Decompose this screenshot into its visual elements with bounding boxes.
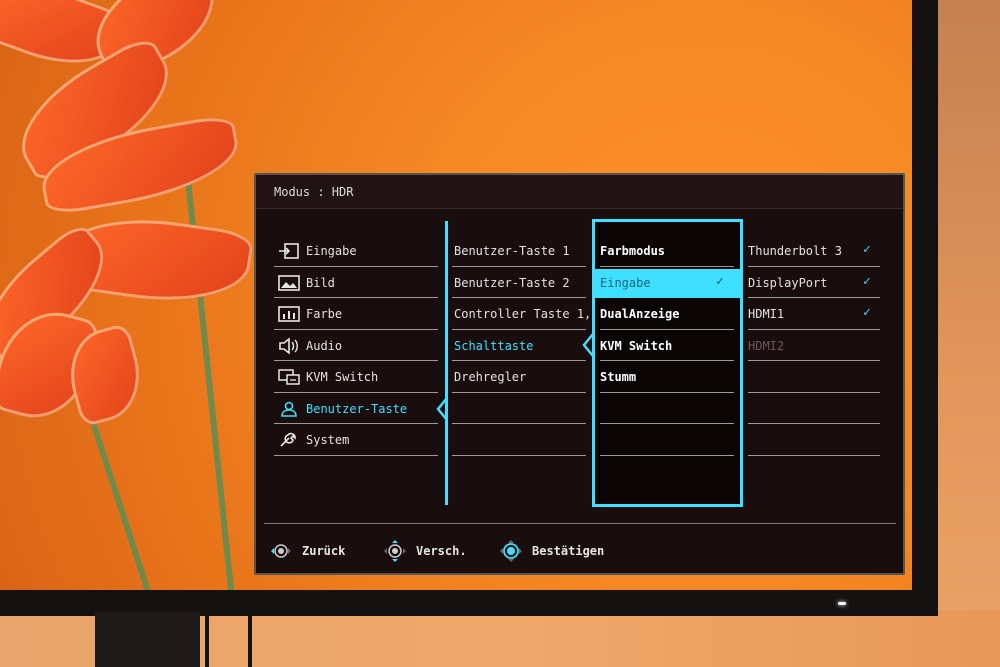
check-icon: ✓: [863, 305, 871, 320]
check-icon: ✓: [716, 274, 724, 289]
osd-menu: Modus : HDR Eingabe Bild Farbe Audio KVM…: [254, 173, 905, 575]
option-eingabe[interactable]: Eingabe: [600, 268, 651, 298]
divider: [748, 392, 880, 393]
submenu-item-schalttaste[interactable]: Schalttaste: [454, 331, 533, 361]
divider: [452, 455, 586, 456]
submenu-item[interactable]: Drehregler: [454, 362, 526, 392]
input-hdmi2[interactable]: HDMI2: [748, 331, 784, 361]
input-hdmi1[interactable]: HDMI1: [748, 299, 784, 329]
divider: [274, 392, 438, 393]
input-displayport[interactable]: DisplayPort: [748, 268, 827, 298]
divider: [600, 423, 734, 424]
speaker-icon: [278, 337, 300, 355]
input-icon: [278, 242, 300, 260]
menu-item-system[interactable]: System: [278, 425, 349, 455]
menu-label: Bild: [306, 276, 335, 290]
check-icon: ✓: [863, 242, 871, 257]
divider: [274, 360, 438, 361]
option-farbmodus[interactable]: Farbmodus: [600, 236, 665, 266]
cable: [205, 612, 209, 667]
menu-label: Audio: [306, 339, 343, 353]
joystick-updown-icon: [384, 540, 406, 562]
divider: [748, 360, 880, 361]
divider: [452, 329, 586, 330]
osd-header: Modus : HDR: [256, 175, 903, 209]
menu-label: Farbe: [306, 307, 343, 321]
kvm-switch-icon: [278, 368, 300, 386]
submenu-item[interactable]: Controller Taste 1,2,3: [454, 299, 613, 329]
chevron-left-icon: [436, 397, 448, 421]
footer-back[interactable]: Zurück: [266, 538, 345, 564]
submenu-item[interactable]: Benutzer-Taste 1: [454, 236, 570, 266]
joystick-left-icon: [271, 544, 291, 558]
divider: [274, 297, 438, 298]
color-chart-icon: [278, 305, 300, 323]
divider: [452, 297, 586, 298]
footer-divider: [264, 523, 896, 524]
option-kvm-switch[interactable]: KVM Switch: [600, 331, 672, 361]
divider: [452, 392, 586, 393]
menu-item-kvm-switch[interactable]: KVM Switch: [278, 362, 378, 392]
divider: [452, 360, 586, 361]
divider: [600, 392, 734, 393]
option-dualanzeige[interactable]: DualAnzeige: [600, 299, 679, 329]
option-stumm[interactable]: Stumm: [600, 362, 636, 392]
divider: [452, 266, 586, 267]
submenu-item[interactable]: Benutzer-Taste 2: [454, 268, 570, 298]
menu-item-audio[interactable]: Audio: [278, 331, 342, 361]
footer-move[interactable]: Versch.: [380, 538, 467, 564]
divider: [748, 329, 880, 330]
footer-label: Versch.: [416, 544, 467, 558]
divider: [748, 423, 880, 424]
menu-item-bild[interactable]: Bild: [278, 268, 335, 298]
footer-label: Bestätigen: [532, 544, 605, 558]
divider: [600, 360, 734, 361]
monitor-stand: [95, 612, 200, 667]
menu-item-farbe[interactable]: Farbe: [278, 299, 342, 329]
joystick-press-icon: [500, 540, 522, 562]
divider: [452, 423, 586, 424]
menu-item-benutzer-taste[interactable]: Benutzer-Taste: [278, 394, 407, 424]
menu-label: Eingabe: [306, 244, 357, 258]
divider: [748, 455, 880, 456]
user-icon: [278, 400, 300, 418]
divider: [274, 266, 438, 267]
menu-item-eingabe[interactable]: Eingabe: [278, 236, 357, 266]
menu-label: System: [306, 433, 350, 447]
cable: [248, 612, 252, 667]
divider: [600, 329, 734, 330]
footer-confirm[interactable]: Bestätigen: [496, 538, 604, 564]
divider: [274, 329, 438, 330]
divider: [600, 266, 734, 267]
divider: [600, 455, 734, 456]
menu-label: Benutzer-Taste: [306, 402, 408, 416]
power-led: [838, 602, 846, 605]
wrench-icon: [278, 431, 300, 449]
input-thunderbolt[interactable]: Thunderbolt 3: [748, 236, 842, 266]
room-wall: [938, 0, 1000, 610]
divider: [274, 423, 438, 424]
active-column-indicator: [445, 221, 448, 505]
menu-label: KVM Switch: [306, 370, 379, 384]
check-icon: ✓: [863, 274, 871, 289]
divider: [748, 266, 880, 267]
divider: [748, 297, 880, 298]
footer-label: Zurück: [302, 544, 346, 558]
divider: [274, 455, 438, 456]
image-icon: [278, 274, 300, 292]
